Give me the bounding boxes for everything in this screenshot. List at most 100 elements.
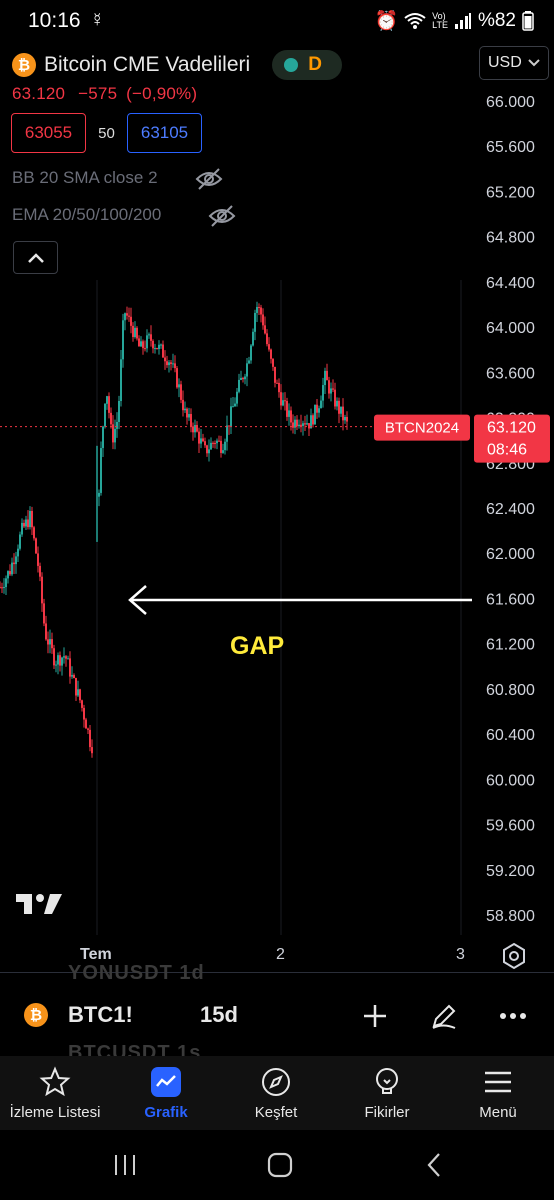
candle-body [218,440,220,442]
indicator-ema-label: EMA 20/50/100/200 [12,205,162,224]
nav-explore[interactable]: Keşfet [238,1056,314,1130]
candle-body [63,656,65,658]
chart-icon [151,1067,181,1097]
data-delay-badge: D [308,54,322,75]
sell-button[interactable]: 63055 [11,113,86,153]
interval-button[interactable]: 15d [200,1002,238,1028]
collapse-legend-button[interactable] [13,241,58,274]
candle-body [45,623,47,640]
candle-body [166,361,168,366]
nav-label: Fikirler [364,1104,410,1121]
candle-body [156,348,158,350]
nav-label: Menü [479,1104,517,1121]
candle-body [98,492,100,497]
candle-body [9,571,11,575]
price-scale-label: 64.800 [486,230,535,247]
chart-toolbar: ₿ BTC1! 15d [0,990,554,1040]
candle-body [224,441,226,451]
bitcoin-logo-icon: ₿ [12,53,36,77]
buy-button[interactable]: 63105 [127,113,202,153]
nav-chart[interactable]: Grafik [128,1056,204,1130]
candle-body [160,344,162,346]
candle-body [0,587,1,589]
menu-icon [485,1071,511,1093]
symbol-title[interactable]: Bitcoin CME Vadelileri [44,53,250,77]
candle-body [85,719,87,729]
candle-body [110,412,112,425]
back-icon[interactable] [420,1150,450,1180]
time-label-3: 3 [456,946,465,963]
candle-body [288,410,290,417]
candle-body [114,428,116,443]
candle-body [132,325,134,338]
candle-body [184,408,186,411]
chart-settings-gear-icon[interactable] [500,942,528,970]
candle-body [5,578,7,588]
candle-body [55,664,57,666]
candle-body [69,658,71,677]
home-icon[interactable] [265,1150,295,1180]
price-scale-label: 63.600 [486,365,535,382]
candle-body [244,376,246,380]
candle-body [154,348,156,350]
candle-body [302,423,304,426]
price-scale-label: 62.400 [486,501,535,518]
market-open-dot-icon [284,58,299,72]
price-scale-label: 61.200 [486,637,535,654]
nav-watchlist[interactable]: İzleme Listesi [6,1056,104,1130]
candle-body [272,358,274,367]
candle-body [284,400,286,402]
candle-body [236,391,238,404]
eye-off-icon[interactable] [195,167,223,191]
candle-body [59,655,61,666]
candle-body [77,689,79,696]
compass-icon [262,1068,290,1096]
chevron-up-icon [27,252,44,263]
ghost-row: YONUSDT 1d [68,962,205,984]
nav-menu[interactable]: Menü [460,1056,536,1130]
candle-body [176,368,178,388]
indicator-bb-label: BB 20 SMA close 2 [12,168,158,187]
candle-body [262,314,264,326]
candle-body [33,527,35,539]
market-status-pill[interactable]: D [272,50,343,80]
candle-body [320,400,322,409]
pen-icon [432,1004,456,1029]
battery-percent: %82 [477,10,516,31]
candle-body [280,392,282,406]
indicator-bb[interactable]: BB 20 SMA close 2 [12,168,158,188]
star-icon [39,1066,71,1097]
nav-ideas[interactable]: Fikirler [349,1056,425,1130]
candle-body [198,431,200,444]
symbol-header[interactable]: ₿ Bitcoin CME Vadelileri D [12,50,343,80]
drawing-tools-button[interactable] [428,1000,460,1032]
candle-body [81,700,83,708]
add-indicator-button[interactable] [359,1000,391,1032]
price-scale-label: 59.600 [486,818,535,835]
candle-body [150,334,152,341]
candle-body [134,327,136,338]
candle-body [274,366,276,383]
alarm-icon: ⏰ [374,11,399,32]
candle-body [298,424,300,427]
price-scale-label: 60.800 [486,682,535,699]
candle-body [144,348,146,350]
candle-body [338,400,340,414]
indicator-ema[interactable]: EMA 20/50/100/200 [12,205,161,225]
candle-body [126,313,128,316]
candle-body [182,399,184,411]
candle-body [328,380,330,394]
candle-body [330,388,332,394]
candle-body [57,655,59,665]
symbol-search-button[interactable]: BTC1! [68,1002,133,1028]
eye-off-icon[interactable] [208,204,236,228]
candle-body [188,414,190,418]
candle-body [23,522,25,527]
currency-select[interactable]: USD [479,46,549,80]
recent-apps-icon[interactable] [110,1150,140,1180]
candle-body [31,510,33,528]
candle-body [3,587,5,589]
symbol-badge-text: BTCN2024 [385,420,459,437]
nav-label: Keşfet [254,1104,298,1121]
more-options-button[interactable] [497,1000,529,1032]
